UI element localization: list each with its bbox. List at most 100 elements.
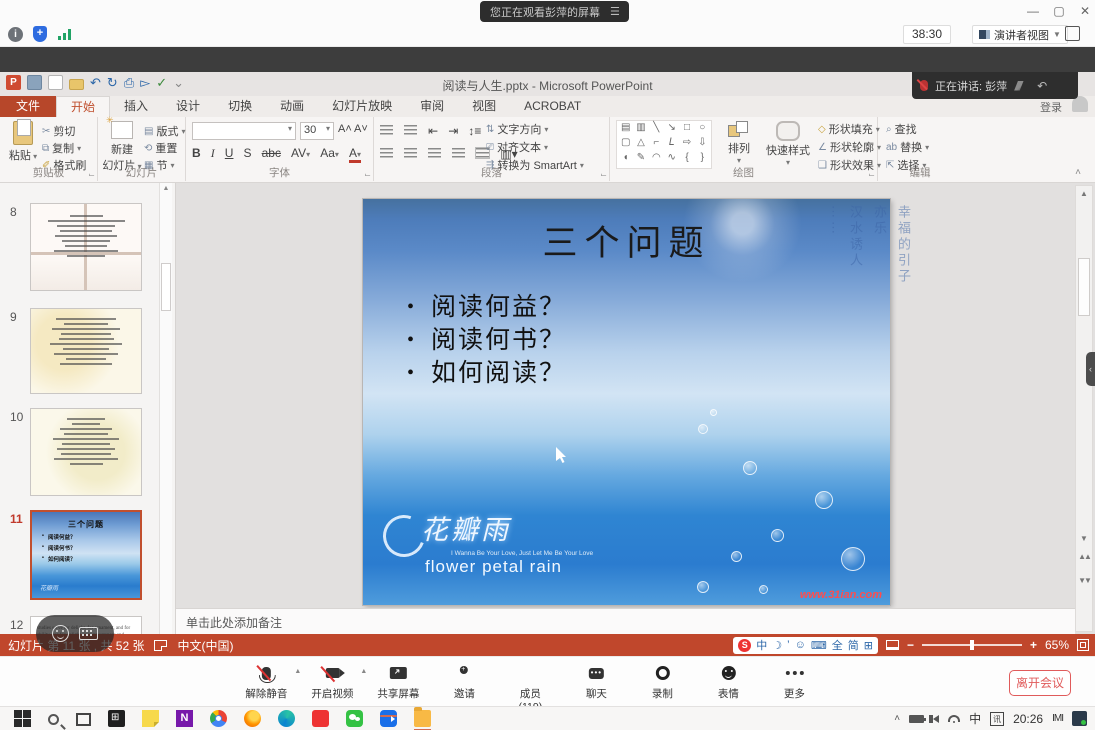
paste-button[interactable]: 粘贴 ▾: [8, 121, 38, 163]
shape-outline-button[interactable]: ∠形状轮廓▾: [818, 139, 881, 155]
previous-slide-button[interactable]: ▲▲: [1076, 552, 1092, 561]
strikethrough-button[interactable]: abc: [262, 146, 281, 160]
slide-thumbnail-8[interactable]: [30, 203, 142, 291]
ime-mode-icon[interactable]: 讯: [990, 712, 1004, 726]
font-name-combobox[interactable]: ▾: [192, 122, 296, 140]
text-direction-button[interactable]: ⇅文字方向▾: [486, 121, 548, 137]
bold-button[interactable]: B: [192, 146, 201, 160]
start-button[interactable]: [14, 710, 31, 727]
tab-home[interactable]: 开始: [56, 96, 110, 117]
align-center-button[interactable]: [404, 148, 417, 158]
cut-button[interactable]: ✂剪切: [42, 123, 75, 139]
bullets-button[interactable]: [380, 125, 393, 135]
tab-slideshow[interactable]: 幻灯片放映: [318, 96, 406, 117]
sticky-notes-icon[interactable]: [142, 710, 159, 727]
character-spacing-button[interactable]: AV▾: [291, 146, 310, 160]
clock[interactable]: 20:26: [1013, 712, 1043, 726]
file-explorer-icon[interactable]: [414, 710, 431, 727]
zoom-slider-knob[interactable]: [970, 640, 974, 650]
slide-thumbnail-11-selected[interactable]: 三个问题 阅读何益？ 阅读何书？ 如何阅读？ 花瓣雨: [30, 510, 142, 600]
dialog-launcher-icon[interactable]: ⌙: [88, 170, 95, 179]
tab-review[interactable]: 审阅: [406, 96, 458, 117]
reaction-quick-bar[interactable]: [36, 615, 114, 652]
scroll-down-icon[interactable]: ▼: [1076, 534, 1092, 543]
search-icon[interactable]: [48, 714, 59, 725]
collapse-ribbon-icon[interactable]: ˄: [1075, 167, 1081, 178]
fullscreen-icon[interactable]: [1065, 26, 1080, 41]
sidebar-collapse-tab[interactable]: ‹: [1086, 352, 1095, 386]
zoom-percentage[interactable]: 65%: [1045, 638, 1069, 652]
maximize-button[interactable]: ▢: [1048, 2, 1070, 20]
onenote-icon[interactable]: N: [176, 710, 193, 727]
slide-thumbnail-9[interactable]: [30, 308, 142, 394]
shrink-font-button[interactable]: A˅: [354, 123, 368, 135]
presenter-view-dropdown[interactable]: 演讲者视图 ▼: [972, 25, 1068, 44]
shadow-button[interactable]: S: [244, 146, 252, 160]
numbering-button[interactable]: [404, 125, 417, 135]
notification-tray-icon[interactable]: [1072, 711, 1087, 726]
shape-fill-button[interactable]: ◇形状填充▾: [818, 121, 880, 137]
firefox-icon[interactable]: [244, 710, 261, 727]
notes-pane[interactable]: 单击此处添加备注: [176, 608, 1075, 634]
scroll-up-icon[interactable]: ▲: [160, 185, 172, 192]
scrollbar-thumb[interactable]: [161, 263, 171, 311]
arrange-button[interactable]: 排列 ▾: [722, 121, 756, 165]
layout-button[interactable]: ▤版式▾: [144, 123, 185, 139]
align-right-button[interactable]: [428, 148, 441, 158]
zoom-in-button[interactable]: +: [1030, 638, 1037, 652]
reading-view-icon[interactable]: [886, 640, 899, 650]
ime-language-indicator[interactable]: 中: [969, 710, 981, 727]
hidden-icons-chevron[interactable]: ˄: [894, 713, 900, 724]
font-color-button[interactable]: A▾: [349, 146, 361, 163]
close-button[interactable]: ✕: [1074, 2, 1095, 20]
increase-indent-button[interactable]: ⇥: [448, 124, 458, 138]
grow-font-button[interactable]: A˄: [338, 123, 352, 135]
shape-gallery[interactable]: ▤▥╲↘□○▢△⌐𝘓⇨⇩◖✎◠∿{}: [616, 120, 712, 169]
tab-animations[interactable]: 动画: [266, 96, 318, 117]
italic-button[interactable]: I: [211, 146, 215, 161]
main-scrollbar[interactable]: ▲ ▼ ▲▲ ▼▼: [1075, 185, 1093, 632]
microsoft-store-icon[interactable]: [108, 710, 125, 727]
reset-button[interactable]: ⟲重置: [144, 140, 177, 156]
security-shield-icon[interactable]: +: [33, 26, 47, 42]
meeting-info-icon[interactable]: i: [8, 27, 23, 42]
video-options-arrow[interactable]: ▲: [360, 668, 367, 675]
dialog-launcher-icon[interactable]: ⌙: [868, 170, 875, 179]
status-language[interactable]: 中文(中国): [177, 637, 233, 654]
minimize-button[interactable]: —: [1022, 2, 1044, 20]
slide-title[interactable]: 三个问题: [363, 215, 890, 266]
underline-button[interactable]: U: [225, 146, 234, 160]
tab-view[interactable]: 视图: [458, 96, 510, 117]
zoom-out-button[interactable]: −: [907, 638, 914, 652]
dialog-launcher-icon[interactable]: ⌙: [364, 170, 371, 179]
decrease-indent-button[interactable]: ⇤: [428, 124, 438, 138]
dialog-launcher-icon[interactable]: ⌙: [600, 170, 607, 179]
fit-slide-to-window-icon[interactable]: [1077, 639, 1089, 651]
justify-button[interactable]: [452, 148, 465, 158]
next-slide-button[interactable]: ▼▼: [1076, 576, 1092, 585]
quick-styles-button[interactable]: 快速样式 ▾: [760, 121, 816, 167]
change-case-button[interactable]: Aa▾: [320, 146, 339, 160]
reaction-smiley-icon[interactable]: [52, 625, 69, 642]
leave-meeting-button[interactable]: 离开会议: [1009, 670, 1071, 696]
wifi-icon[interactable]: [948, 715, 960, 722]
tab-insert[interactable]: 插入: [110, 96, 162, 117]
tab-file[interactable]: 文件: [0, 96, 56, 117]
meeting-app-icon[interactable]: [380, 710, 397, 727]
tab-transitions[interactable]: 切换: [214, 96, 266, 117]
battery-icon[interactable]: [909, 715, 924, 723]
align-left-button[interactable]: [380, 148, 393, 158]
line-spacing-button[interactable]: ↕≡: [468, 124, 481, 138]
tab-acrobat[interactable]: ACROBAT: [510, 96, 595, 117]
tab-design[interactable]: 设计: [162, 96, 214, 117]
notes-page-icon[interactable]: [154, 640, 167, 651]
slide-canvas[interactable]: 三个问题 阅读何益？ 阅读何书？ 如何阅读？ 幸福的引子亦乐汉水诱人⋯⋯ 花瓣雨…: [363, 199, 890, 605]
collapse-arrow-icon[interactable]: ↶: [1037, 79, 1047, 93]
find-button[interactable]: ⌕查找: [886, 121, 917, 137]
red-app-icon[interactable]: [312, 710, 329, 727]
sogou-ime-bar[interactable]: S中☽’☺⌨全简⊞: [733, 637, 878, 654]
font-size-combobox[interactable]: 30▾: [300, 122, 334, 140]
thumbnail-scrollbar[interactable]: ▲: [159, 183, 172, 634]
slide-thumbnail-10[interactable]: [30, 408, 142, 496]
copy-button[interactable]: ⧉复制▾: [42, 140, 81, 156]
